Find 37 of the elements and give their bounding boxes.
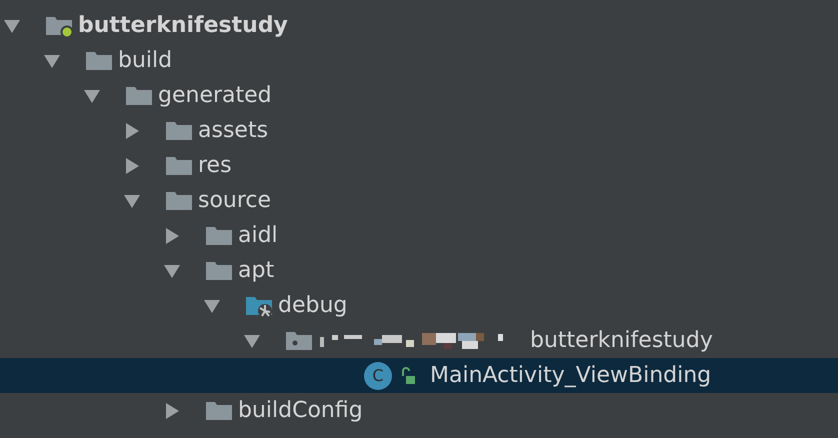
tree-item-label: assets: [198, 118, 268, 143]
tree-row[interactable]: debug: [0, 288, 838, 323]
tree-row[interactable]: apt: [0, 253, 838, 288]
tree-row[interactable]: res: [0, 148, 838, 183]
tree-item-label: butterknifestudy: [530, 328, 713, 353]
expanded-arrow-icon[interactable]: [164, 262, 180, 278]
tree-item-label: source: [198, 188, 272, 213]
tree-item-label: MainActivity_ViewBinding: [430, 363, 712, 388]
tree-row[interactable]: butterknifestudy: [0, 323, 838, 358]
expanded-arrow-icon[interactable]: [204, 298, 220, 314]
collapsed-arrow-icon[interactable]: [124, 122, 140, 138]
expanded-arrow-icon[interactable]: [124, 192, 140, 208]
tree-row[interactable]: generated: [0, 78, 838, 113]
collapsed-arrow-icon[interactable]: [164, 402, 180, 418]
tree-row[interactable]: buildConfig: [0, 393, 838, 428]
tree-item-label: butterknifestudy: [78, 13, 288, 38]
class-badge: C: [364, 362, 392, 390]
tree-item-label: buildConfig: [238, 398, 363, 423]
expanded-arrow-icon[interactable]: [244, 332, 260, 348]
expanded-arrow-icon[interactable]: [84, 88, 100, 104]
collapsed-arrow-icon[interactable]: [164, 228, 180, 244]
tree-item-label: build: [118, 48, 172, 73]
tree-row[interactable]: C MainActivity_ViewBinding: [0, 358, 838, 393]
tree-item-label: debug: [278, 293, 348, 318]
tree-item-label: aidl: [238, 223, 278, 248]
tree-item-label: apt: [238, 258, 274, 283]
tree-item-label: generated: [158, 83, 272, 108]
tree-row[interactable]: source: [0, 183, 838, 218]
tree-row[interactable]: butterknifestudy: [0, 8, 838, 43]
unlocked-padlock-icon: [400, 366, 418, 384]
expanded-arrow-icon[interactable]: [44, 52, 60, 68]
tree-item-label: res: [198, 153, 232, 178]
tree-row[interactable]: aidl: [0, 218, 838, 253]
expanded-arrow-icon[interactable]: [4, 18, 20, 34]
collapsed-arrow-icon[interactable]: [124, 158, 140, 174]
tree-row[interactable]: assets: [0, 113, 838, 148]
tree-row[interactable]: build: [0, 43, 838, 78]
